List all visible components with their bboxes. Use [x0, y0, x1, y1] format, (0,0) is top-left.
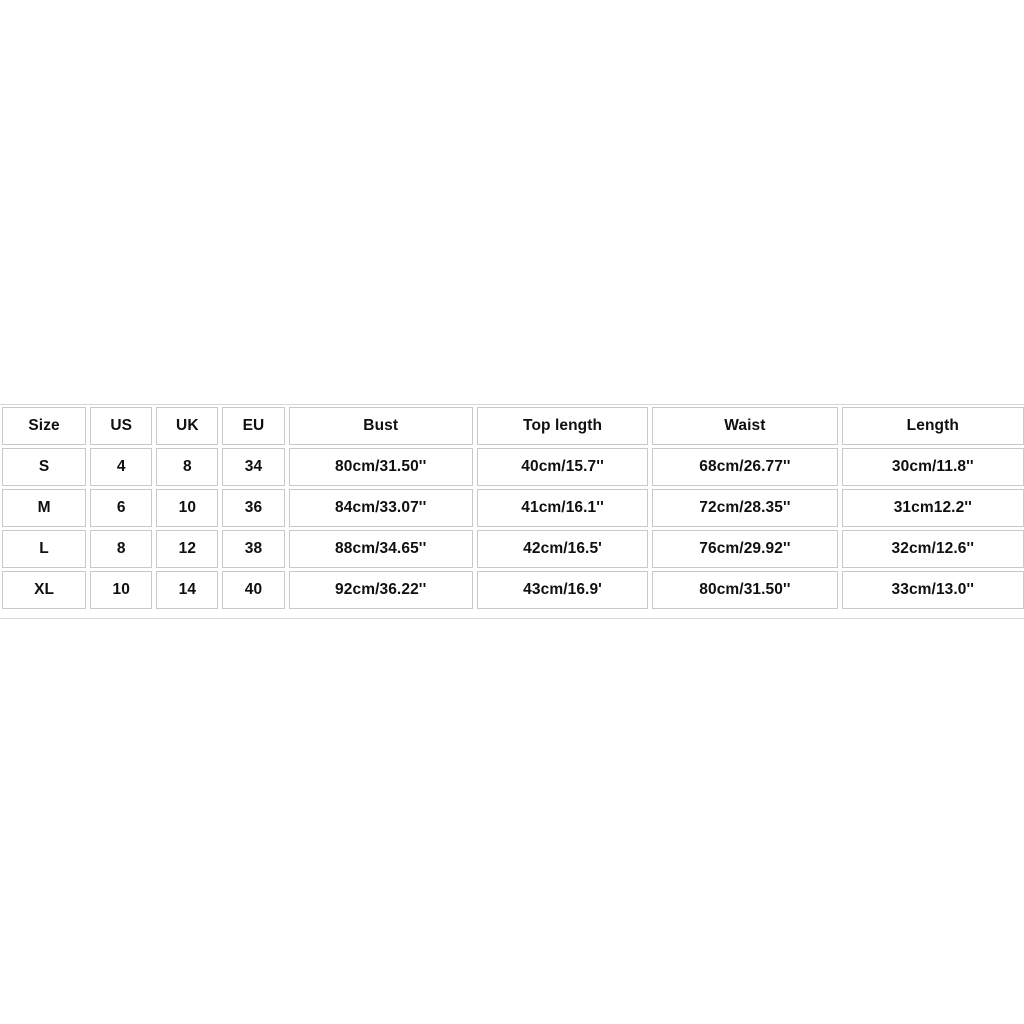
- cell-us: 4: [90, 448, 153, 486]
- size-chart-table: Size US UK EU Bust Top length Waist Leng…: [0, 404, 1024, 612]
- column-header-us: US: [90, 407, 153, 445]
- cell-size: XL: [2, 571, 87, 609]
- cell-waist: 76cm/29.92'': [652, 530, 838, 568]
- cell-us: 8: [90, 530, 153, 568]
- table-top-rule: [0, 404, 1024, 405]
- cell-eu: 38: [222, 530, 285, 568]
- column-header-waist: Waist: [652, 407, 838, 445]
- cell-length: 30cm/11.8'': [841, 448, 1024, 486]
- cell-uk: 12: [156, 530, 219, 568]
- column-header-size: Size: [2, 407, 87, 445]
- cell-top-length: 41cm/16.1'': [476, 489, 649, 527]
- cell-uk: 10: [156, 489, 219, 527]
- cell-length: 33cm/13.0'': [841, 571, 1024, 609]
- cell-bust: 92cm/36.22'': [288, 571, 473, 609]
- cell-length: 32cm/12.6'': [841, 530, 1024, 568]
- column-header-eu: EU: [222, 407, 285, 445]
- cell-us: 6: [90, 489, 153, 527]
- cell-eu: 34: [222, 448, 285, 486]
- cell-waist: 72cm/28.35'': [652, 489, 838, 527]
- table-row: XL 10 14 40 92cm/36.22'' 43cm/16.9' 80cm…: [2, 571, 1024, 609]
- cell-size: M: [2, 489, 87, 527]
- column-header-uk: UK: [156, 407, 219, 445]
- cell-top-length: 42cm/16.5': [476, 530, 649, 568]
- table-row: L 8 12 38 88cm/34.65'' 42cm/16.5' 76cm/2…: [2, 530, 1024, 568]
- cell-bust: 88cm/34.65'': [288, 530, 473, 568]
- cell-bust: 80cm/31.50'': [288, 448, 473, 486]
- table-header-row: Size US UK EU Bust Top length Waist Leng…: [2, 407, 1024, 445]
- cell-waist: 68cm/26.77'': [652, 448, 838, 486]
- table-row: S 4 8 34 80cm/31.50'' 40cm/15.7'' 68cm/2…: [2, 448, 1024, 486]
- cell-top-length: 43cm/16.9': [476, 571, 649, 609]
- table-bottom-rule: [0, 618, 1024, 619]
- column-header-length: Length: [841, 407, 1024, 445]
- cell-uk: 14: [156, 571, 219, 609]
- cell-length: 31cm12.2'': [841, 489, 1024, 527]
- cell-us: 10: [90, 571, 153, 609]
- cell-bust: 84cm/33.07'': [288, 489, 473, 527]
- cell-size: L: [2, 530, 87, 568]
- size-chart-container: Size US UK EU Bust Top length Waist Leng…: [0, 404, 1024, 620]
- cell-top-length: 40cm/15.7'': [476, 448, 649, 486]
- cell-uk: 8: [156, 448, 219, 486]
- cell-size: S: [2, 448, 87, 486]
- cell-eu: 36: [222, 489, 285, 527]
- cell-waist: 80cm/31.50'': [652, 571, 838, 609]
- column-header-bust: Bust: [288, 407, 473, 445]
- cell-eu: 40: [222, 571, 285, 609]
- table-row: M 6 10 36 84cm/33.07'' 41cm/16.1'' 72cm/…: [2, 489, 1024, 527]
- column-header-top-length: Top length: [476, 407, 649, 445]
